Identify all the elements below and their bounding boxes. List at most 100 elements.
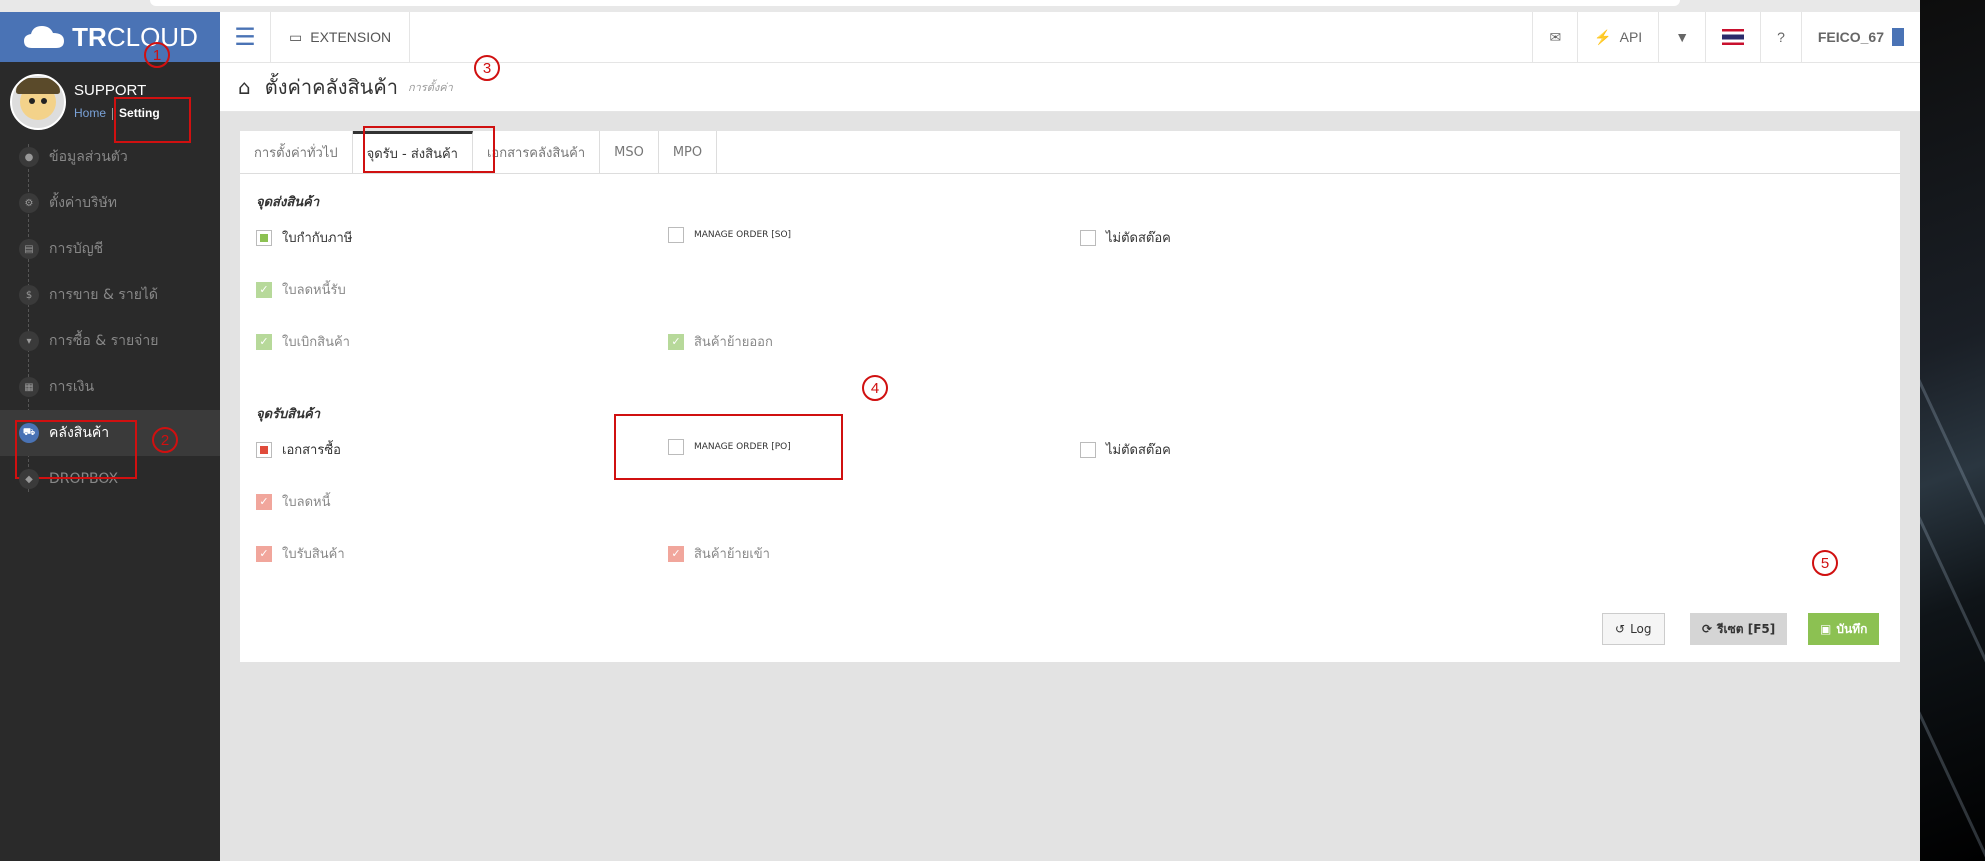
log-button[interactable]: ↺ Log (1602, 613, 1665, 645)
checkbox-label: สินค้าย้ายออก (694, 335, 773, 350)
logo-text-bold: TR (72, 21, 107, 52)
annotation-box-manage-po (614, 414, 843, 480)
sidebar-item-accounting[interactable]: ▤ การบัญชี (0, 226, 220, 272)
transfer-in-checkbox[interactable]: ✓ สินค้าย้ายเข้า (668, 543, 770, 564)
checkbox-box[interactable]: ✓ (256, 281, 272, 298)
desktop-background (1920, 0, 1985, 861)
transfer-out-checkbox[interactable]: ✓ สินค้าย้ายออก (668, 331, 773, 352)
credit-note-checkbox[interactable]: ✓ ใบลดหนี้รับ (256, 279, 346, 300)
tab-mpo[interactable]: MPO (659, 131, 718, 173)
api-button[interactable]: ⚡ API (1577, 12, 1658, 62)
dollar-icon: $ (19, 285, 39, 305)
browser-top-strip (0, 0, 1920, 12)
checkbox-label: ใบรับสินค้า (282, 547, 345, 562)
receive-section-title: จุดรับสินค้า (256, 407, 321, 422)
dropdown-caret-icon[interactable]: ▼ (1658, 12, 1705, 62)
checkbox-box[interactable]: ✓ (256, 545, 272, 562)
annotation-box-tab (363, 126, 495, 173)
monitor-icon: ▭ (289, 28, 303, 45)
top-header: ☰ ▭ EXTENSION ✉ ⚡ API ▼ ? FEICO_67 (220, 12, 1920, 63)
save-button[interactable]: ▣ บันทึก (1808, 613, 1880, 645)
reset-button[interactable]: ⟳ รีเซต [F5] (1690, 613, 1788, 645)
sidebar-item-sales[interactable]: $ การขาย & รายได้ (0, 272, 220, 318)
avatar[interactable] (10, 74, 66, 130)
username: FEICO_67 (1817, 29, 1884, 45)
sidebar-item-label: การซื้อ & รายจ่าย (49, 333, 159, 349)
sidebar-item-label: การเงิน (49, 379, 95, 395)
checkbox-label: สินค้าย้ายเข้า (694, 547, 770, 562)
checkbox-label: ไม่ตัดสต๊อค (1106, 231, 1171, 246)
page-title: ตั้งค่าคลังสินค้า (264, 75, 398, 99)
book-icon: ▤ (19, 239, 39, 259)
user-menu[interactable]: FEICO_67 (1800, 12, 1920, 62)
checkbox-box[interactable] (256, 441, 272, 458)
history-icon: ↺ (1615, 622, 1626, 636)
sidebar-item-purchases[interactable]: ▾ การซื้อ & รายจ่าย (0, 318, 220, 364)
calendar-icon: ▦ (19, 377, 39, 397)
user-icon: ● (19, 147, 39, 167)
help-icon[interactable]: ? (1760, 12, 1801, 62)
checkbox-box[interactable]: ✓ (256, 333, 272, 350)
tab-mso[interactable]: MSO (600, 131, 659, 173)
checkbox-box[interactable] (256, 229, 272, 246)
settings-panel: การตั้งค่าทั่วไป จุดรับ - ส่งสินค้า เอกส… (240, 131, 1900, 662)
checkbox-label: ใบกำกับภาษี (282, 231, 353, 246)
checkbox-box[interactable]: ✓ (668, 545, 684, 562)
annotation-box-setting (114, 97, 191, 143)
checkbox-label: MANAGE ORDER [SO] (694, 230, 792, 240)
annotation-marker-4: 4 (862, 375, 888, 401)
purchase-doc-checkbox[interactable]: เอกสารซื้อ (256, 439, 341, 460)
button-label: Log (1630, 622, 1652, 636)
extension-label: EXTENSION (310, 29, 392, 45)
checkbox-box[interactable] (668, 227, 684, 243)
page-subtitle: การตั้งค่า (407, 81, 453, 94)
checkbox-box[interactable]: ✓ (256, 493, 272, 510)
ship-section-title: จุดส่งสินค้า (256, 195, 320, 210)
annotation-marker-2: 2 (152, 427, 178, 453)
sidebar-item-label: ตั้งค่าบริษัท (49, 195, 118, 211)
sidebar-item-label: การบัญชี (49, 241, 104, 257)
sidebar-item-label: การขาย & รายได้ (49, 287, 159, 303)
checkbox-label: ใบเบิกสินค้า (282, 335, 350, 350)
plug-icon: ⚡ (1594, 28, 1612, 45)
annotation-marker-3: 3 (474, 55, 500, 81)
sidebar-item-label: ข้อมูลส่วนตัว (49, 149, 128, 165)
button-label: รีเซต [F5] (1717, 621, 1776, 636)
checkbox-label: ไม่ตัดสต๊อค (1106, 443, 1171, 458)
tab-general[interactable]: การตั้งค่าทั่วไป (240, 131, 353, 173)
ship-no-cut-stock-checkbox[interactable]: ไม่ตัดสต๊อค (1080, 227, 1171, 248)
hamburger-menu-icon[interactable]: ☰ (220, 12, 271, 62)
checkbox-label: เอกสารซื้อ (282, 443, 341, 458)
checkbox-box[interactable] (1080, 441, 1096, 458)
annotation-marker-5: 5 (1812, 550, 1838, 576)
api-label: API (1619, 29, 1643, 45)
annotation-marker-1: 1 (144, 42, 170, 68)
sidebar-item-finance[interactable]: ▦ การเงิน (0, 364, 220, 410)
receive-no-cut-stock-checkbox[interactable]: ไม่ตัดสต๊อค (1080, 439, 1171, 460)
checkbox-box[interactable] (1080, 229, 1096, 246)
thai-flag-icon (1722, 29, 1745, 45)
checkbox-box[interactable]: ✓ (668, 333, 684, 350)
language-flag-button[interactable] (1705, 12, 1760, 62)
tax-invoice-checkbox[interactable]: ใบกำกับภาษี (256, 227, 352, 248)
button-label: บันทึก (1836, 621, 1868, 636)
receipt-checkbox[interactable]: ✓ ใบรับสินค้า (256, 543, 345, 564)
withdraw-checkbox[interactable]: ✓ ใบเบิกสินค้า (256, 331, 350, 352)
building-icon (1892, 28, 1904, 46)
sidebar-item-company-settings[interactable]: ⚙ ตั้งค่าบริษัท (0, 180, 220, 226)
cloud-icon (24, 26, 65, 48)
dropbox-icon: ◆ (19, 469, 39, 489)
checkbox-label: ใบลดหนี้รับ (282, 283, 346, 298)
home-link[interactable]: Home (74, 106, 106, 120)
floppy-disk-icon: ▣ (1820, 622, 1832, 636)
debit-note-checkbox[interactable]: ✓ ใบลดหนี้ (256, 491, 330, 512)
app-logo[interactable]: TR CLOUD (0, 12, 220, 62)
checkbox-label: ใบลดหนี้ (282, 495, 331, 510)
refresh-icon: ⟳ (1702, 622, 1713, 636)
home-icon[interactable]: ⌂ (238, 75, 251, 99)
manage-so-checkbox[interactable]: MANAGE ORDER [SO] (668, 227, 791, 243)
extension-button[interactable]: ▭ EXTENSION (271, 12, 411, 62)
gear-icon: ⚙ (19, 193, 39, 213)
truck-icon: ⛟ (19, 423, 39, 443)
mail-icon[interactable]: ✉ (1532, 12, 1577, 62)
